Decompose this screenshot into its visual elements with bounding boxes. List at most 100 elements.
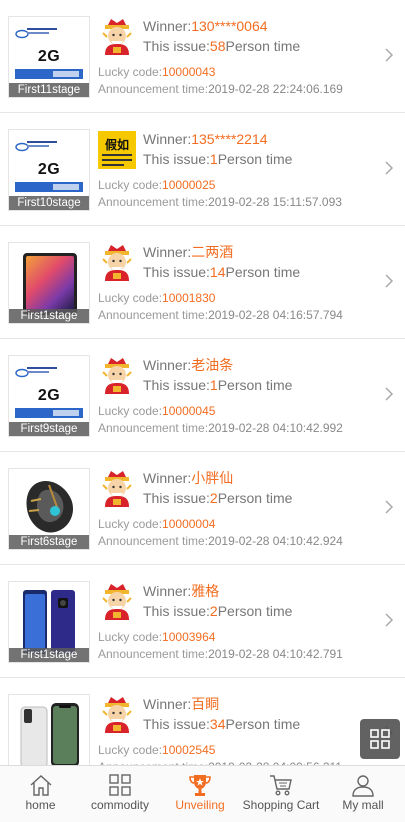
tab-commodity[interactable]: commodity [81,766,159,822]
lucky-code-value: 10001830 [162,291,216,305]
china-mobile-logo-icon [15,368,29,378]
person-icon [352,775,374,797]
issue-line: This issue:2Person time [143,602,292,620]
announcement-time-label: Announcement time: [98,647,209,661]
svg-text:假如: 假如 [105,137,129,152]
lucky-code-value: 10003964 [162,630,216,644]
fortune-god-avatar-icon [102,358,132,394]
winner-record-row[interactable]: First6stage Winner:小胖仙 This issue:2Person … [0,452,405,565]
announcement-time-value: 2019-02-28 04:10:42.992 [208,421,343,435]
tab-home[interactable]: home [0,766,81,822]
participation-count: 58 [209,38,226,54]
tab-unveiling[interactable]: Unveiling [159,766,241,822]
announcement-time-label: Announcement time: [98,82,209,96]
winner-record-row[interactable]: Winner:百眮 This issue:34Person time Lucky c… [0,678,405,765]
chevron-right-icon [385,500,394,514]
china-mobile-logo-icon [15,142,29,152]
issue-line: This issue:14Person time [143,263,300,281]
issue-line: This issue:34Person time [143,715,300,733]
product-thumbnail[interactable]: First6stage [8,468,90,550]
product-thumbnail[interactable]: First1stage [8,581,90,663]
fortune-god-avatar-icon [102,245,132,281]
stage-label: First1stage [9,309,89,323]
tab-shopping-cart[interactable]: Shopping Cart [241,766,321,822]
announcement-time-value: 2019-02-28 04:16:57.794 [208,308,343,322]
product-thumbnail[interactable]: 2G First10stage [8,129,90,211]
winner-label: Winner: [143,131,192,147]
issue-label: This issue: [143,151,210,167]
winner-line: Winner:雅格 [143,582,219,600]
tab-my-mall-label: My mall [342,798,384,812]
product-thumbnail[interactable]: 2G First11stage [8,16,90,98]
winner-record-row[interactable]: 2G First11stage Winner:130****0064 This iss… [0,0,405,113]
winner-record-row[interactable]: 2G First9stage Winner:老油条 This issue:1Perso… [0,339,405,452]
product-thumbnail[interactable] [8,694,90,765]
huawei-phone-image [23,590,75,654]
lucky-code-line: Lucky code:10001830 [98,291,215,306]
chevron-right-icon [385,161,394,175]
participation-unit: Person time [217,151,293,167]
chevron-right-icon [385,274,394,288]
product-thumbnail[interactable]: 2G First9stage [8,355,90,437]
lucky-code-line: Lucky code:10000043 [98,65,215,80]
lucky-code-line: Lucky code:10000025 [98,178,215,193]
winner-name: 二两酒 [191,244,234,260]
announcement-time-line: Announcement time:2019-02-28 04:10:42.79… [98,647,343,662]
lucky-code-label: Lucky code: [98,291,163,305]
participation-count: 14 [209,264,226,280]
announcement-time-value: 2019-02-28 15:11:57.093 [208,195,342,209]
stage-label: First9stage [9,422,89,436]
issue-label: This issue: [143,264,210,280]
home-icon [30,775,51,796]
participation-unit: Person time [225,264,301,280]
issue-label: This issue: [143,490,210,506]
winner-avatar [97,356,137,396]
product-thumbnail[interactable]: First1stage [8,242,90,324]
participation-unit: Person time [217,490,293,506]
lucky-code-label: Lucky code: [98,178,163,192]
announcement-time-line: Announcement time:2019-02-28 15:11:57.09… [98,195,342,210]
winner-record-row[interactable]: First1stage Winner:雅格 This issue:2Person t… [0,565,405,678]
lucky-code-label: Lucky code: [98,630,163,644]
announcement-time-line: Announcement time:2019-02-28 04:10:42.92… [98,534,343,549]
announcement-time-line: Announcement time:2019-02-28 22:24:06.16… [98,82,343,97]
winner-avatar [97,582,137,622]
winner-avatar [97,243,137,283]
winner-label: Winner: [143,470,192,486]
announcement-time-line: Announcement time:2019-02-28 04:10:42.99… [98,421,343,436]
announcement-time-label: Announcement time: [98,534,209,548]
announcement-time-value: 2019-02-28 04:10:42.791 [208,647,343,661]
participation-count: 34 [209,716,226,732]
winner-record-row[interactable]: First1stage Winner:二两酒 This issue:14Person… [0,226,405,339]
winner-line: Winner:130****0064 [143,17,268,35]
cart-icon [270,775,292,796]
winner-name: 百眮 [191,696,220,712]
winner-avatar: 假如 [97,130,137,170]
winner-name: 130****0064 [191,18,268,34]
floating-menu-button[interactable] [360,719,400,759]
sim-2g-mark: 2G [37,387,61,404]
stage-label: First10stage [9,196,89,210]
sim-2g-mark: 2G [37,161,61,178]
yellow-sign-avatar-icon: 假如 [98,131,136,169]
winner-line: Winner:老油条 [143,356,233,374]
chevron-right-icon [385,387,394,401]
lucky-code-line: Lucky code:10002545 [98,743,215,758]
fortune-god-avatar-icon [102,697,132,733]
issue-label: This issue: [143,38,210,54]
issue-line: This issue:2Person time [143,489,292,507]
winner-line: Winner:百眮 [143,695,219,713]
stage-label: First11stage [9,83,89,97]
lucky-code-line: Lucky code:10003964 [98,630,215,645]
winner-record-row[interactable]: 2G First10stage 假如 Winner:135****2214 This i… [0,113,405,226]
tab-my-mall[interactable]: My mall [321,766,405,822]
announcement-time-value: 2019-02-28 22:24:06.169 [208,82,343,96]
lucky-code-value: 10002545 [162,743,216,757]
issue-label: This issue: [143,377,210,393]
winner-avatar [97,469,137,509]
issue-label: This issue: [143,716,210,732]
tab-shopping-cart-label: Shopping Cart [242,798,320,812]
fortune-god-avatar-icon [102,584,132,620]
fortune-god-avatar-icon [102,471,132,507]
chevron-right-icon [385,613,394,627]
